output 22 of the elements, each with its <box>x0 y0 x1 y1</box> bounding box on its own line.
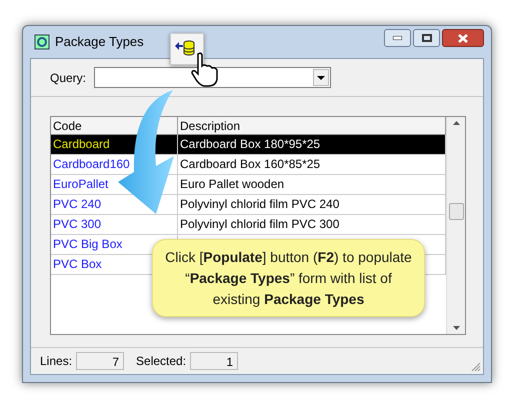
window-title: Package Types <box>55 33 144 52</box>
lines-count: 7 <box>76 352 124 370</box>
close-icon <box>458 34 468 42</box>
maximize-icon <box>422 34 432 42</box>
database-arrow-icon <box>175 40 195 56</box>
lines-label: Lines: <box>40 353 72 370</box>
caret-icon <box>317 76 326 80</box>
app-icon <box>34 34 50 50</box>
dropdown-button[interactable] <box>313 69 330 86</box>
minimize-icon <box>393 36 402 40</box>
query-combobox[interactable] <box>94 67 332 88</box>
close-button[interactable] <box>442 29 484 47</box>
selected-count: 1 <box>190 352 238 370</box>
resize-grip-icon[interactable] <box>471 362 481 372</box>
vertical-scrollbar[interactable] <box>446 117 465 334</box>
maximize-button[interactable] <box>413 29 440 47</box>
scrollbar-thumb[interactable] <box>448 203 464 220</box>
query-label: Query: <box>50 70 86 86</box>
scroll-up-icon[interactable] <box>452 121 460 125</box>
scroll-down-icon[interactable] <box>452 326 460 330</box>
selected-label: Selected: <box>136 353 186 370</box>
minimize-button[interactable] <box>384 29 411 47</box>
